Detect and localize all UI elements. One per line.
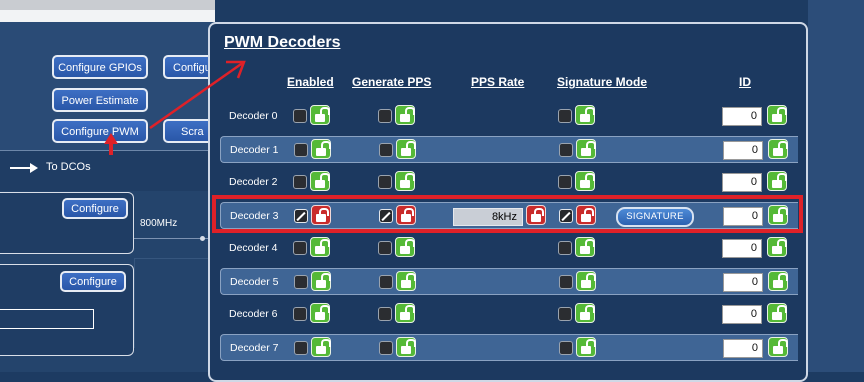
- unlock-icon[interactable]: [767, 237, 787, 257]
- id-input[interactable]: 0: [723, 273, 763, 292]
- unlock-icon[interactable]: [576, 139, 596, 159]
- enabled-checkbox[interactable]: [293, 307, 307, 321]
- decoder-label: Decoder 0: [229, 110, 278, 122]
- decoder-label: Decoder 7: [230, 342, 279, 354]
- unlock-icon[interactable]: [575, 237, 595, 257]
- unlock-icon[interactable]: [395, 171, 415, 191]
- unlock-icon[interactable]: [395, 105, 415, 125]
- unlock-icon[interactable]: [576, 271, 596, 291]
- unlock-icon[interactable]: [768, 337, 788, 357]
- signature-mode-checkbox[interactable]: [558, 109, 572, 123]
- connector-dot: [200, 236, 205, 241]
- generate-pps-checkbox[interactable]: [379, 143, 393, 157]
- generate-pps-checkbox[interactable]: [378, 109, 392, 123]
- unlock-icon[interactable]: [310, 105, 330, 125]
- header-pps-rate: PPS Rate: [471, 75, 525, 89]
- enabled-checkbox[interactable]: [293, 241, 307, 255]
- decoder-row: Decoder 5 0: [220, 268, 798, 295]
- unlock-icon[interactable]: [575, 105, 595, 125]
- unlock-icon[interactable]: [396, 271, 416, 291]
- generate-pps-checkbox[interactable]: [379, 341, 393, 355]
- unlock-icon[interactable]: [767, 171, 787, 191]
- signature-mode-checkbox[interactable]: [559, 275, 573, 289]
- unlock-icon[interactable]: [767, 105, 787, 125]
- header-enabled: Enabled: [287, 75, 334, 89]
- decoder-label: Decoder 1: [230, 144, 279, 156]
- enabled-checkbox[interactable]: [293, 175, 307, 189]
- unlock-icon[interactable]: [768, 139, 788, 159]
- generate-pps-checkbox[interactable]: [378, 241, 392, 255]
- window-title-bar: [0, 0, 215, 10]
- unlock-icon[interactable]: [575, 171, 595, 191]
- unlock-icon[interactable]: [575, 303, 595, 323]
- decoder-label: Decoder 6: [229, 308, 278, 320]
- background-window: Configure GPIOs Configu Power Estimate C…: [0, 0, 215, 372]
- signature-mode-checkbox[interactable]: [559, 341, 573, 355]
- id-input[interactable]: 0: [722, 305, 762, 324]
- configure-pwm-button[interactable]: Configure PWM: [52, 119, 148, 143]
- generate-pps-checkbox[interactable]: [378, 307, 392, 321]
- signature-mode-checkbox[interactable]: [558, 307, 572, 321]
- configure-button-b[interactable]: Configure: [60, 271, 126, 292]
- decoder-label: Decoder 4: [229, 242, 278, 254]
- decoder-row-partial: [220, 367, 798, 380]
- configure-gpios-button[interactable]: Configure GPIOs: [52, 55, 148, 79]
- enabled-checkbox[interactable]: [293, 109, 307, 123]
- unlock-icon[interactable]: [395, 237, 415, 257]
- decoder-row: Decoder 2 0: [220, 169, 798, 196]
- decoder-label: Decoder 2: [229, 176, 278, 188]
- signature-mode-checkbox[interactable]: [559, 143, 573, 157]
- id-input[interactable]: 0: [722, 239, 762, 258]
- enabled-checkbox[interactable]: [294, 341, 308, 355]
- decoder-row: Decoder 1 0: [220, 136, 798, 163]
- header-signature-mode: Signature Mode: [557, 75, 648, 89]
- unlock-icon[interactable]: [311, 139, 331, 159]
- arrow-right-icon: [10, 163, 38, 173]
- unlock-icon[interactable]: [310, 171, 330, 191]
- unlock-icon[interactable]: [768, 271, 788, 291]
- id-input[interactable]: 0: [722, 107, 762, 126]
- generate-pps-checkbox[interactable]: [379, 275, 393, 289]
- unlock-icon[interactable]: [396, 337, 416, 357]
- header-generate-pps: Generate PPS: [352, 75, 432, 89]
- annotation-highlight-box: [212, 195, 803, 233]
- decoder-row: Decoder 4 0: [220, 235, 798, 262]
- decoder-row: Decoder 6 0: [220, 301, 798, 328]
- window-toolbar-strip: [0, 10, 215, 22]
- panel-title: PWM Decoders: [224, 34, 341, 51]
- background-right-area: [808, 0, 864, 372]
- unlock-icon[interactable]: [576, 337, 596, 357]
- id-input[interactable]: 0: [723, 141, 763, 160]
- unlock-icon[interactable]: [396, 139, 416, 159]
- diagram-grid: [134, 258, 215, 348]
- to-dcos-label: To DCOs: [46, 161, 91, 173]
- unlock-icon[interactable]: [311, 337, 331, 357]
- enabled-checkbox[interactable]: [294, 275, 308, 289]
- configure-button-a[interactable]: Configure: [62, 198, 128, 219]
- id-input[interactable]: 0: [722, 173, 762, 192]
- unlock-icon[interactable]: [310, 237, 330, 257]
- enabled-checkbox[interactable]: [294, 143, 308, 157]
- generate-pps-checkbox[interactable]: [378, 175, 392, 189]
- signature-mode-checkbox[interactable]: [558, 175, 572, 189]
- decoder-row: Decoder 7 0: [220, 334, 798, 361]
- block-b-field[interactable]: [0, 309, 94, 329]
- unlock-icon[interactable]: [310, 303, 330, 323]
- decoder-row: Decoder 0 0: [220, 103, 798, 130]
- frequency-label: 800MHz: [140, 218, 178, 229]
- id-input[interactable]: 0: [723, 339, 763, 358]
- unlock-icon[interactable]: [395, 303, 415, 323]
- unlock-icon[interactable]: [311, 271, 331, 291]
- decoder-label: Decoder 5: [230, 276, 279, 288]
- unlock-icon[interactable]: [767, 303, 787, 323]
- dco-connection-strip: To DCOs: [0, 150, 215, 191]
- header-id: ID: [739, 75, 751, 89]
- signature-mode-checkbox[interactable]: [558, 241, 572, 255]
- power-estimate-button[interactable]: Power Estimate: [52, 88, 148, 112]
